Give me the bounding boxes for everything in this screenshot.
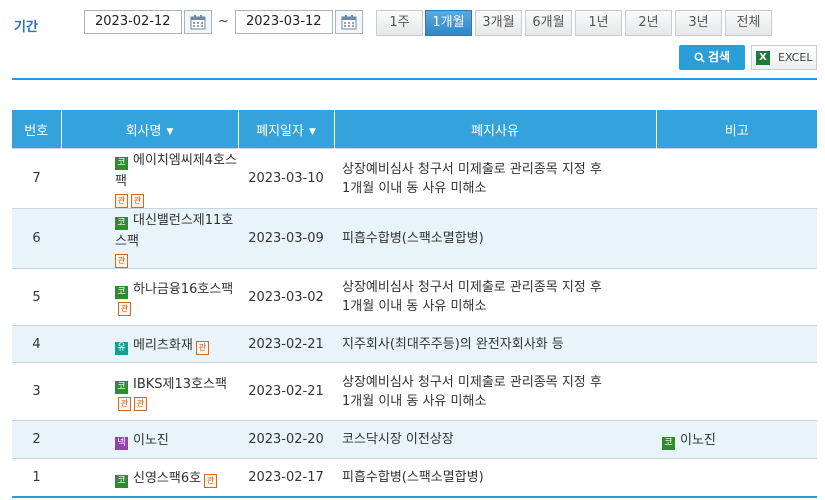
delisting-table: 번호 회사명 ▼ 폐지일자 ▼ 폐지사유 비고 7 코 에이치엠씨제4호스팩 관관 2… xyxy=(12,110,817,498)
company-link[interactable]: 메리츠화재 xyxy=(133,338,193,353)
excel-icon: X xyxy=(756,51,770,65)
delisting-date: 2023-02-17 xyxy=(238,458,334,498)
delisting-reason: 지주회사(최대주주등)의 완전자회사화 등 xyxy=(334,325,656,363)
sort-down-icon: ▼ xyxy=(166,126,174,137)
date-range-separator: ~ xyxy=(218,14,229,29)
table-header-row: 번호 회사명 ▼ 폐지일자 ▼ 폐지사유 비고 xyxy=(12,110,817,149)
period-button-3y[interactable]: 3년 xyxy=(675,10,722,36)
kosdaq-market-icon: 코 xyxy=(115,474,128,488)
table-row: 6 코 대신밸런스제11호스팩 관 2023-03-09 피흡수합병(스팩소멸합병… xyxy=(12,208,817,269)
header-reason: 폐지사유 xyxy=(333,110,656,149)
company-link[interactable]: 이노진 xyxy=(133,433,169,448)
delisting-reason: 상장예비심사 청구서 미제출로 관리종목 지정 후 xyxy=(342,374,602,390)
admin-issue-badge-icon: 관 xyxy=(204,473,218,488)
row-no: 6 xyxy=(12,208,61,269)
delisting-date: 2023-03-10 xyxy=(238,148,334,209)
table-row: 4 유 메리츠화재 관 2023-02-21 지주회사(최대주주등)의 완전자회사화… xyxy=(12,325,817,363)
company-link[interactable]: 신영스팩6호 xyxy=(133,471,201,486)
note xyxy=(656,148,817,209)
note xyxy=(656,268,817,326)
company-link[interactable]: IBKS제13호스팩 xyxy=(133,377,227,392)
start-date-calendar-button[interactable] xyxy=(184,10,212,34)
header-date[interactable]: 폐지일자 ▼ xyxy=(237,110,334,149)
calendar-icon xyxy=(190,15,206,30)
sort-down-icon: ▼ xyxy=(308,126,316,137)
table-row: 3 코 IBKS제13호스팩관 관 2023-02-21 상장예비심사 청구서 미제… xyxy=(12,362,817,421)
kosdaq-market-icon: 코 xyxy=(662,437,675,450)
header-date-label: 폐지일자 xyxy=(256,123,304,139)
divider xyxy=(12,78,817,80)
period-button-2y[interactable]: 2년 xyxy=(625,10,672,36)
admin-issue-badge-icon: 관 xyxy=(195,340,209,355)
kosdaq-market-icon: 코 xyxy=(115,157,128,170)
delisting-date: 2023-03-02 xyxy=(238,268,334,326)
delisting-reason: 상장예비심사 청구서 미제출로 관리종목 지정 후 xyxy=(342,161,602,177)
delisting-date: 2023-02-21 xyxy=(238,325,334,363)
delisting-reason: 피흡수합병(스팩소멸합병) xyxy=(334,208,656,269)
admin-issue-badge-icon: 관 xyxy=(115,194,128,208)
note xyxy=(656,362,817,421)
delisting-reason-line2: 1개월 이내 동 사유 미해소 xyxy=(342,393,487,409)
end-date-calendar-button[interactable] xyxy=(335,10,363,34)
header-no: 번호 xyxy=(12,110,61,149)
company-link[interactable]: 에이치엠씨제4호스팩 xyxy=(115,153,237,189)
table-row: 2 넥 이노진 2023-02-20 코스닥시장 이전상장 코 이노진 xyxy=(12,420,817,459)
delisting-reason: 상장예비심사 청구서 미제출로 관리종목 지정 후 xyxy=(342,280,602,295)
row-no: 3 xyxy=(12,362,61,421)
delisting-date: 2023-02-20 xyxy=(238,420,334,459)
search-icon xyxy=(694,52,705,63)
search-button-label: 검색 xyxy=(707,50,731,64)
table-row: 5 코 하나금융16호스팩관 2023-03-02 상장예비심사 청구서 미제출로… xyxy=(12,268,817,326)
period-button-1m[interactable]: 1개월 xyxy=(425,10,472,36)
table-row: 1 코 신영스팩6호 관 2023-02-17 피흡수합병(스팩소멸합병) xyxy=(12,458,817,498)
note-company-link[interactable]: 이노진 xyxy=(680,433,716,448)
delisting-reason: 피흡수합병(스팩소멸합병) xyxy=(334,458,656,498)
period-button-1y[interactable]: 1년 xyxy=(575,10,622,36)
search-button[interactable]: 검색 xyxy=(679,45,745,70)
row-no: 4 xyxy=(12,325,61,363)
row-no: 2 xyxy=(12,420,61,459)
kosdaq-market-icon: 코 xyxy=(115,217,128,230)
admin-issue-badge-icon: 관 xyxy=(115,254,128,268)
note xyxy=(656,325,817,363)
delisting-date: 2023-03-09 xyxy=(238,208,334,269)
period-button-1w[interactable]: 1주 xyxy=(376,10,423,36)
excel-download-button[interactable]: X EXCEL xyxy=(751,45,817,70)
period-button-3m[interactable]: 3개월 xyxy=(475,10,522,36)
note xyxy=(656,208,817,269)
konex-market-icon: 넥 xyxy=(115,437,128,450)
note xyxy=(656,458,817,498)
start-date-input[interactable]: 2023-02-12 xyxy=(84,10,182,34)
excel-button-label: EXCEL xyxy=(778,51,813,64)
period-button-6m[interactable]: 6개월 xyxy=(525,10,572,36)
company-link[interactable]: 하나금융16호스팩 xyxy=(133,282,233,297)
delisting-reason: 코스닥시장 이전상장 xyxy=(334,420,656,459)
header-note: 비고 xyxy=(655,110,817,149)
delisting-date: 2023-02-21 xyxy=(238,362,334,421)
header-company-label: 회사명 xyxy=(125,123,162,139)
row-no: 5 xyxy=(12,268,61,326)
company-link[interactable]: 대신밸런스제11호스팩 xyxy=(115,213,233,249)
delisting-reason-line2: 1개월 이내 동 사유 미해소 xyxy=(342,299,487,314)
admin-issue-badge-icon: 관 xyxy=(118,302,131,316)
period-label: 기간 xyxy=(14,20,38,35)
admin-issue-badge-icon: 관 xyxy=(134,396,147,411)
admin-issue-badge-icon: 관 xyxy=(118,396,131,411)
calendar-icon xyxy=(341,15,357,30)
period-button-all[interactable]: 전체 xyxy=(725,10,772,36)
kosdaq-market-icon: 코 xyxy=(115,380,128,394)
row-no: 1 xyxy=(12,458,61,498)
delisting-reason-line2: 1개월 이내 동 사유 미해소 xyxy=(342,180,487,196)
admin-issue-badge-icon: 관 xyxy=(131,194,144,208)
kospi-market-icon: 유 xyxy=(115,341,128,355)
row-no: 7 xyxy=(12,148,61,209)
table-row: 7 코 에이치엠씨제4호스팩 관관 2023-03-10 상장예비심사 청구서 미… xyxy=(12,148,817,209)
kosdaq-market-icon: 코 xyxy=(115,286,128,299)
header-company[interactable]: 회사명 ▼ xyxy=(60,110,238,149)
end-date-input[interactable]: 2023-03-12 xyxy=(235,10,333,34)
